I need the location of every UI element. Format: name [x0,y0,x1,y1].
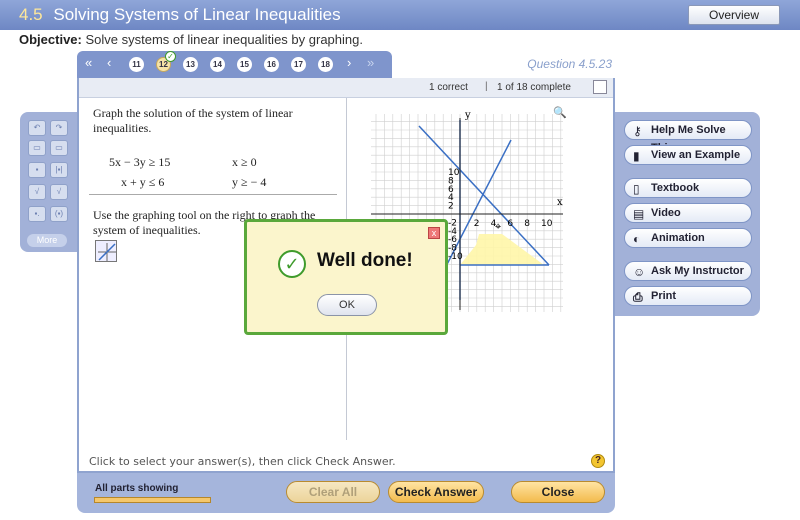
question-number-16[interactable]: 16 [264,57,279,72]
print-button[interactable]: ⎙ Print [624,286,752,306]
parts-progress-bar [94,497,211,503]
view-example-button[interactable]: ▮ View an Example [624,145,752,165]
question-number-17[interactable]: 17 [291,57,306,72]
y-axis-label: y [464,110,471,121]
left-arrow-icon[interactable]: ‹ [107,55,111,70]
redo-icon[interactable]: ↷ [50,120,68,136]
help-panel: ⚷ Help Me Solve This ▮ View an Example ▯… [614,112,760,316]
interval-icon[interactable]: (▪) [50,206,68,222]
ok-button[interactable]: OK [317,294,377,316]
question-number-12[interactable]: 12 ✓ [156,51,176,72]
page-title: Solving Systems of Linear Inequalities [53,5,341,24]
clear-all-button[interactable]: Clear All [286,481,380,503]
checkmark-circle-icon: ✓ [278,250,306,278]
question-number-label: 12 [159,60,168,69]
help-icon[interactable]: ? [591,454,605,468]
inequality-3: x + y ≤ 6 [121,175,165,189]
section-number: 4.5 [19,5,43,24]
animation-label: Animation [651,232,705,244]
textbook-button[interactable]: ▯ Textbook [624,178,752,198]
printer-icon: ⎙ [633,290,643,304]
help-me-solve-button[interactable]: ⚷ Help Me Solve This [624,120,752,154]
animation-button[interactable]: ◐ Animation [624,228,752,248]
parts-showing-label: All parts showing [95,483,179,494]
math-tools-panel: ↶ ↷ ▭ ▭ ▪ |▪| √ √ ▪. (▪) More [20,112,78,252]
view-example-label: View an Example [651,149,741,161]
animation-icon: ◐ [633,232,641,246]
feedback-message: Well done! [317,250,413,271]
question-number-14[interactable]: 14 [210,57,225,72]
x-axis-label: x [557,197,563,208]
question-number-11[interactable]: 11 [129,57,144,72]
cursor-icon: ⌖ [495,221,501,233]
ask-instructor-button[interactable]: ☺ Ask My Instructor [624,261,752,281]
person-icon: ☺ [633,265,646,279]
question-number-18[interactable]: 18 [318,57,333,72]
question-number-15[interactable]: 15 [237,57,252,72]
more-button[interactable]: More [27,234,67,247]
x-tick-label: 10 [541,219,553,229]
check-answer-button[interactable]: Check Answer [388,481,484,503]
complete-count: 1 of 18 complete [497,82,571,93]
ask-instructor-label: Ask My Instructor [651,265,744,277]
correct-count: 1 correct [429,82,468,93]
problem-prompt: Graph the solution of the system of line… [93,106,293,135]
x-tick-label: 6 [507,219,513,229]
right-arrow-icon[interactable]: › [347,55,351,70]
status-separator: | [485,81,488,92]
absolute-value-icon[interactable]: |▪| [50,162,68,178]
title-bar: 4.5 Solving Systems of Linear Inequaliti… [0,0,800,30]
zoom-icon[interactable]: 🔍 [553,106,567,119]
video-button[interactable]: ▤ Video [624,203,752,223]
objective-text: Solve systems of linear inequalities by … [85,32,363,47]
y-tick-label: -10 [448,252,463,262]
textbook-label: Textbook [651,182,700,194]
objective-label: Objective: [19,32,82,47]
overview-button[interactable]: Overview [688,5,780,25]
status-bar: 1 correct | 1 of 18 complete [79,78,613,98]
close-button[interactable]: Close [511,481,605,503]
feedback-dialog: x ✓ Well done! OK [244,219,448,335]
print-label: Print [651,290,677,302]
question-navigator: « ‹ 11 12 ✓ 13 14 15 16 17 18 › » [77,51,392,78]
bottom-bar: All parts showing Clear All Check Answer… [77,473,615,513]
divider-line [89,194,337,195]
square-root-icon[interactable]: √ [28,184,46,200]
undo-icon[interactable]: ↶ [28,120,46,136]
close-icon[interactable]: x [428,227,440,239]
question-label: Question 4.5.23 [527,57,612,71]
inequality-2: x ≥ 0 [232,155,257,169]
fraction-icon[interactable]: ▭ [28,140,46,156]
y-tick-label: 2 [448,202,454,212]
book-pair-icon: ▮ [633,149,640,163]
exponent-icon[interactable]: ▪ [28,162,46,178]
nth-root-icon[interactable]: √ [50,184,68,200]
inequality-1: 5x − 3y ≥ 15 [109,155,171,169]
objective: Objective: Solve systems of linear inequ… [19,32,363,47]
inequality-4: y ≥ − 4 [232,175,267,189]
book-icon: ▯ [633,182,640,196]
expand-icon[interactable] [593,80,607,94]
film-icon: ▤ [633,207,645,221]
double-left-arrow-icon[interactable]: « [85,55,92,70]
decimal-icon[interactable]: ▪. [28,206,46,222]
double-right-arrow-icon: » [367,55,375,70]
solution-region [460,234,544,265]
video-label: Video [651,207,681,219]
key-icon: ⚷ [633,124,642,138]
x-tick-label: 2 [474,219,480,229]
x-tick-label: 8 [524,219,530,229]
graph-tool-svg [98,243,116,261]
footer-instruction: Click to select your answer(s), then cli… [89,455,396,468]
question-number-13[interactable]: 13 [183,57,198,72]
graph-tool-icon[interactable] [95,240,117,262]
checkmark-icon: ✓ [165,51,176,62]
mixed-number-icon[interactable]: ▭ [50,140,68,156]
